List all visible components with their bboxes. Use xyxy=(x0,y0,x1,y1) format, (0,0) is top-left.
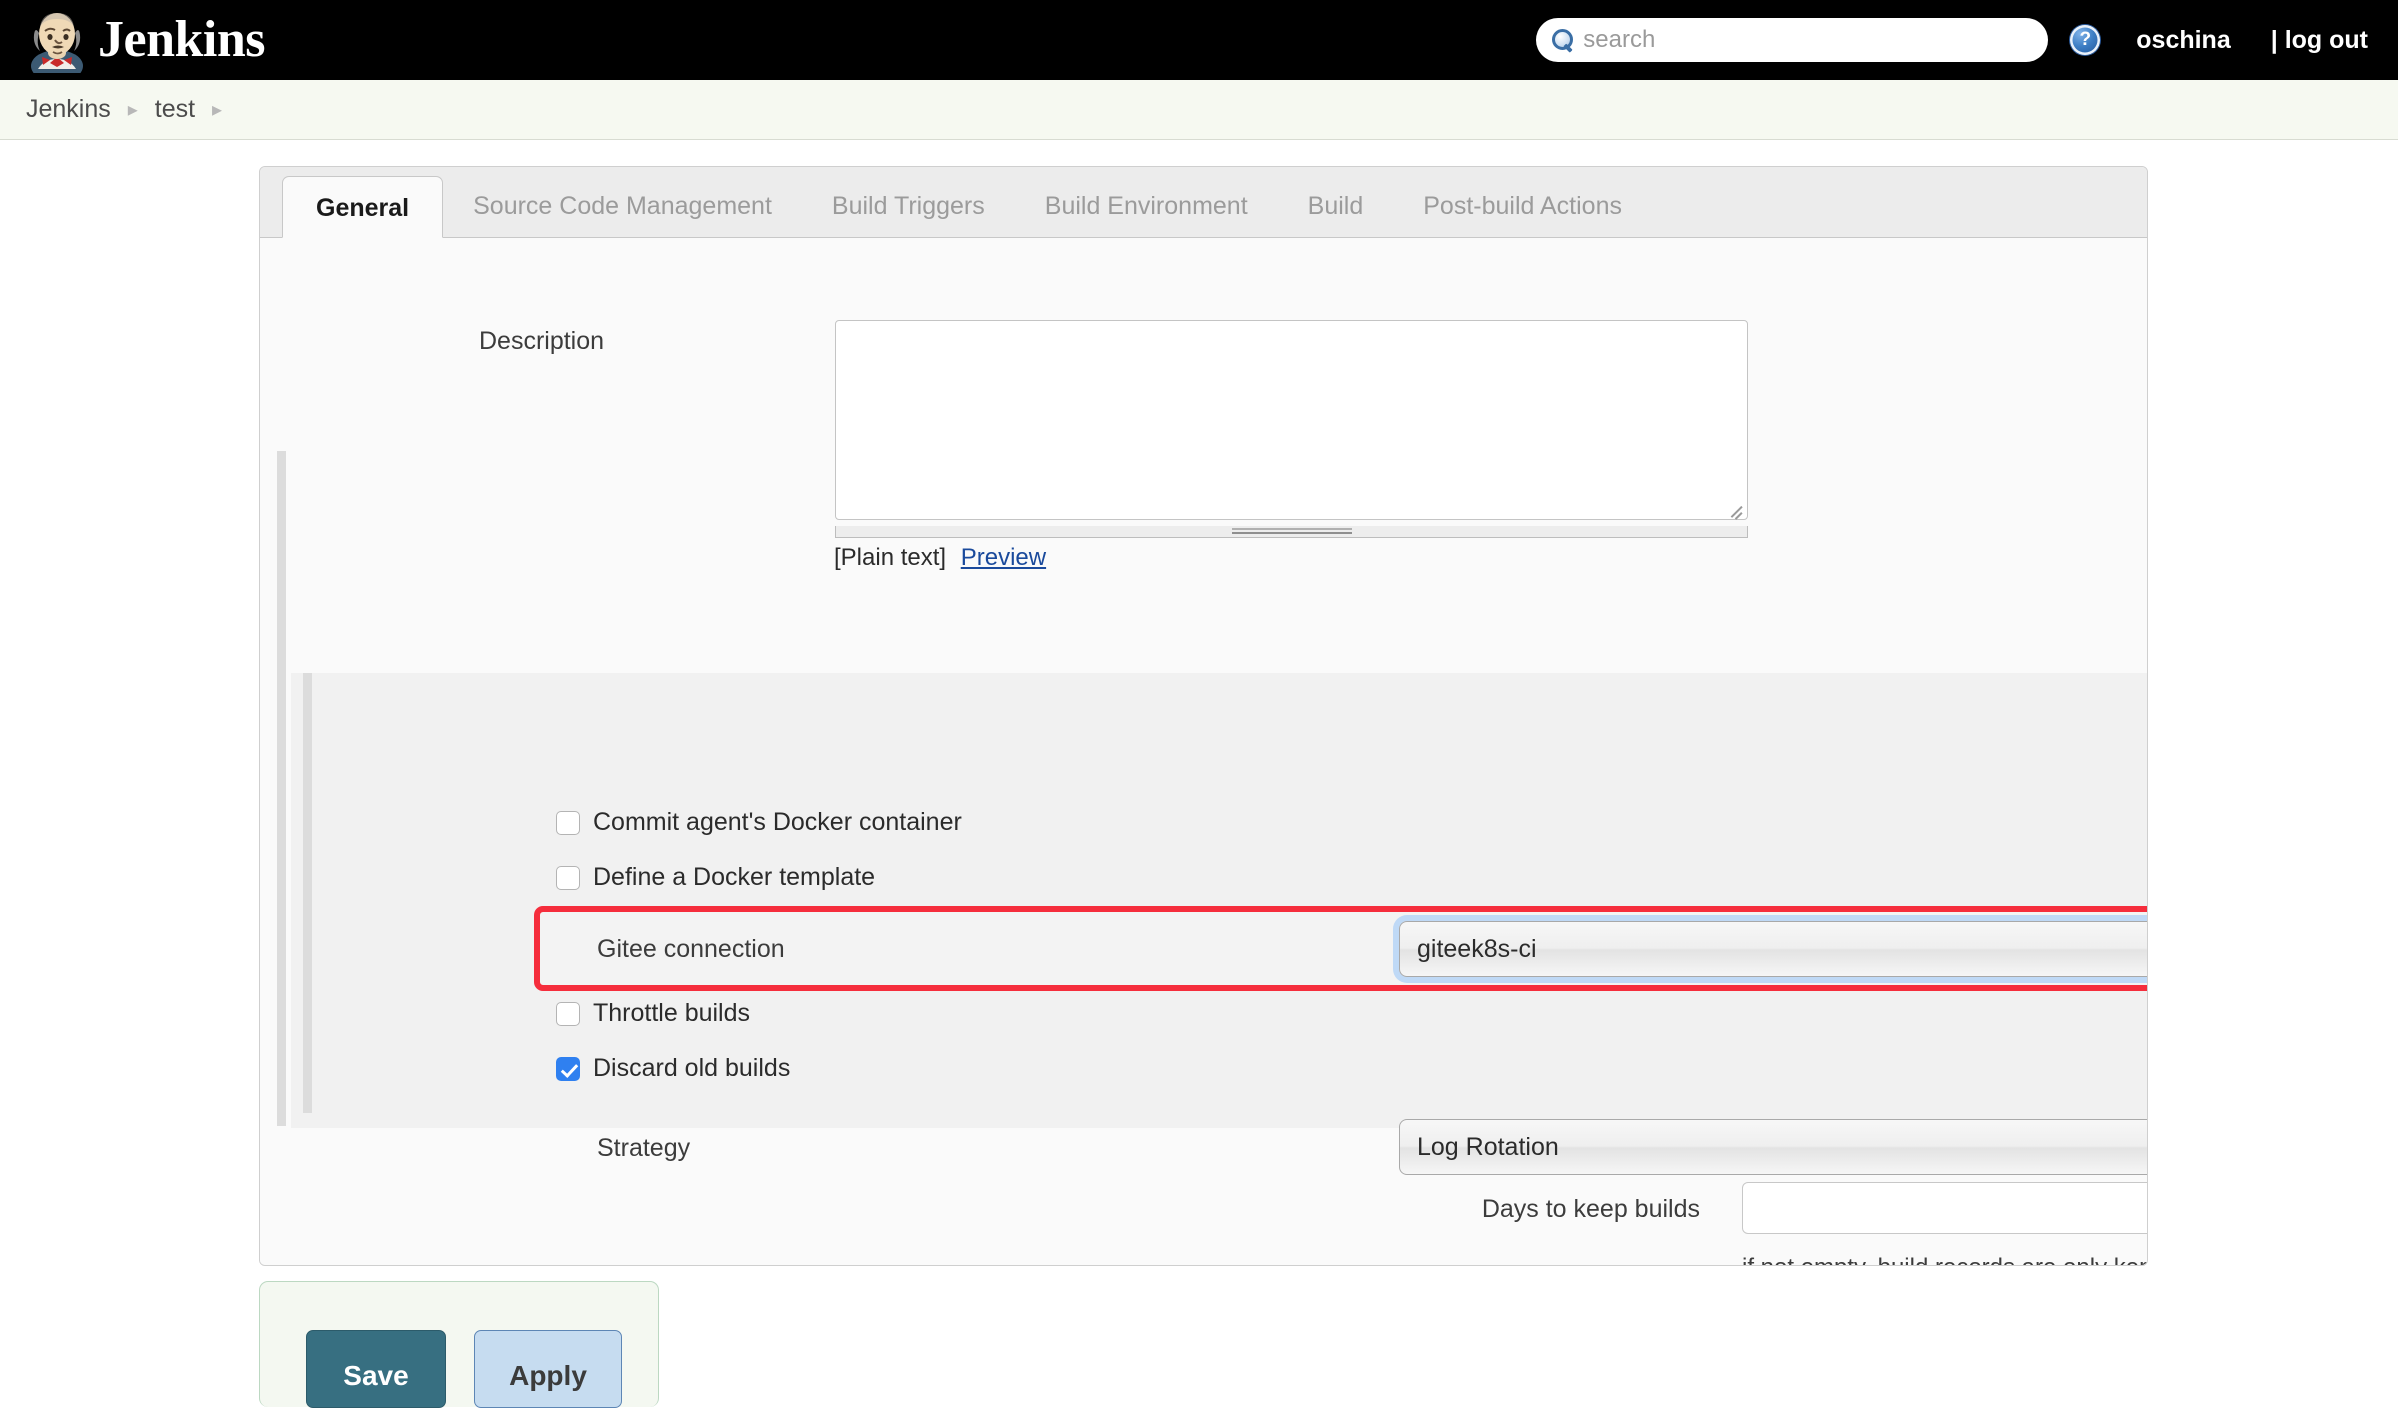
apply-button[interactable]: Apply xyxy=(474,1330,622,1408)
discard-old-builds-label: Discard old builds xyxy=(593,1054,791,1082)
discard-old-builds-row[interactable]: Discard old builds xyxy=(556,1054,790,1083)
tab-source-code-management[interactable]: Source Code Management xyxy=(443,175,802,237)
commit-agent-docker-row[interactable]: Commit agent's Docker container xyxy=(556,808,962,837)
tab-build-triggers[interactable]: Build Triggers xyxy=(802,175,1015,237)
chevron-right-icon-2[interactable]: ▸ xyxy=(195,100,239,120)
textarea-resize-bar[interactable] xyxy=(835,526,1748,538)
commit-agent-docker-label: Commit agent's Docker container xyxy=(593,808,962,836)
throttle-builds-label: Throttle builds xyxy=(593,999,751,1027)
save-button[interactable]: Save xyxy=(306,1330,446,1408)
search-input[interactable] xyxy=(1581,19,2012,61)
tab-post-build-actions[interactable]: Post-build Actions xyxy=(1393,175,1652,237)
jenkins-butler-mascot-icon xyxy=(26,7,88,82)
textarea-resize-handle[interactable] xyxy=(1231,528,1352,534)
jenkins-logo-link[interactable]: Jenkins xyxy=(26,7,266,82)
section-indent-bar xyxy=(277,451,286,1126)
preview-link[interactable]: Preview xyxy=(961,544,1046,571)
define-docker-template-label: Define a Docker template xyxy=(593,863,876,891)
jenkins-wordmark: Jenkins xyxy=(98,11,266,68)
search-box[interactable] xyxy=(1536,18,2049,62)
discard-old-builds-checkbox[interactable] xyxy=(556,1056,580,1081)
tab-general[interactable]: General xyxy=(282,176,444,238)
days-to-keep-builds-label: Days to keep builds xyxy=(1481,1195,1700,1223)
gitee-connection-label: Gitee connection xyxy=(597,935,785,963)
breadcrumb-item-jenkins[interactable]: Jenkins xyxy=(26,95,111,124)
description-markup-row: [Plain text] Preview xyxy=(834,544,1046,572)
form-action-bar: Save Apply xyxy=(259,1281,659,1408)
breadcrumb-item-test[interactable]: test xyxy=(155,95,195,124)
header-right-group: ? oschina | log out xyxy=(1536,18,2368,62)
description-label: Description xyxy=(479,327,605,355)
plain-text-label: [Plain text] xyxy=(834,544,947,571)
config-tab-bar: General Source Code Management Build Tri… xyxy=(260,167,2147,238)
search-icon xyxy=(1550,28,1574,52)
job-configuration-panel: General Source Code Management Build Tri… xyxy=(259,166,2148,1266)
gitee-connection-value: giteek8s-ci xyxy=(1417,934,1537,963)
days-to-keep-builds-input[interactable] xyxy=(1742,1182,2147,1234)
gitee-connection-select[interactable]: giteek8s-ci xyxy=(1399,921,2147,977)
define-docker-template-checkbox[interactable] xyxy=(556,865,580,890)
description-textarea[interactable] xyxy=(835,320,1748,520)
chevron-right-icon: ▸ xyxy=(127,98,138,121)
throttle-builds-checkbox[interactable] xyxy=(556,1001,580,1026)
log-out-link[interactable]: | log out xyxy=(2271,26,2368,55)
general-form: Description [Plain text] Preview Commit … xyxy=(260,238,2147,1265)
tab-build[interactable]: Build xyxy=(1278,175,1394,237)
user-name-link[interactable]: oschina xyxy=(2136,26,2230,55)
nested-section-indent-bar xyxy=(303,673,312,1113)
strategy-value: Log Rotation xyxy=(1417,1132,1559,1161)
page-header: Jenkins ? oschina | log out xyxy=(0,0,2398,82)
strategy-label: Strategy xyxy=(597,1134,691,1162)
help-question-icon[interactable]: ? xyxy=(2070,25,2101,55)
main-content-area: General Source Code Management Build Tri… xyxy=(0,141,2398,1408)
tab-build-environment[interactable]: Build Environment xyxy=(1015,175,1278,237)
define-docker-template-row[interactable]: Define a Docker template xyxy=(556,863,875,892)
commit-agent-docker-checkbox[interactable] xyxy=(556,810,580,835)
throttle-builds-row[interactable]: Throttle builds xyxy=(556,999,750,1028)
strategy-select[interactable]: Log Rotation xyxy=(1399,1119,2147,1175)
days-to-keep-builds-help-text: if not empty, build records are only kep… xyxy=(1742,1251,2147,1265)
breadcrumb: Jenkins ▸ test ▸ xyxy=(0,80,2398,140)
